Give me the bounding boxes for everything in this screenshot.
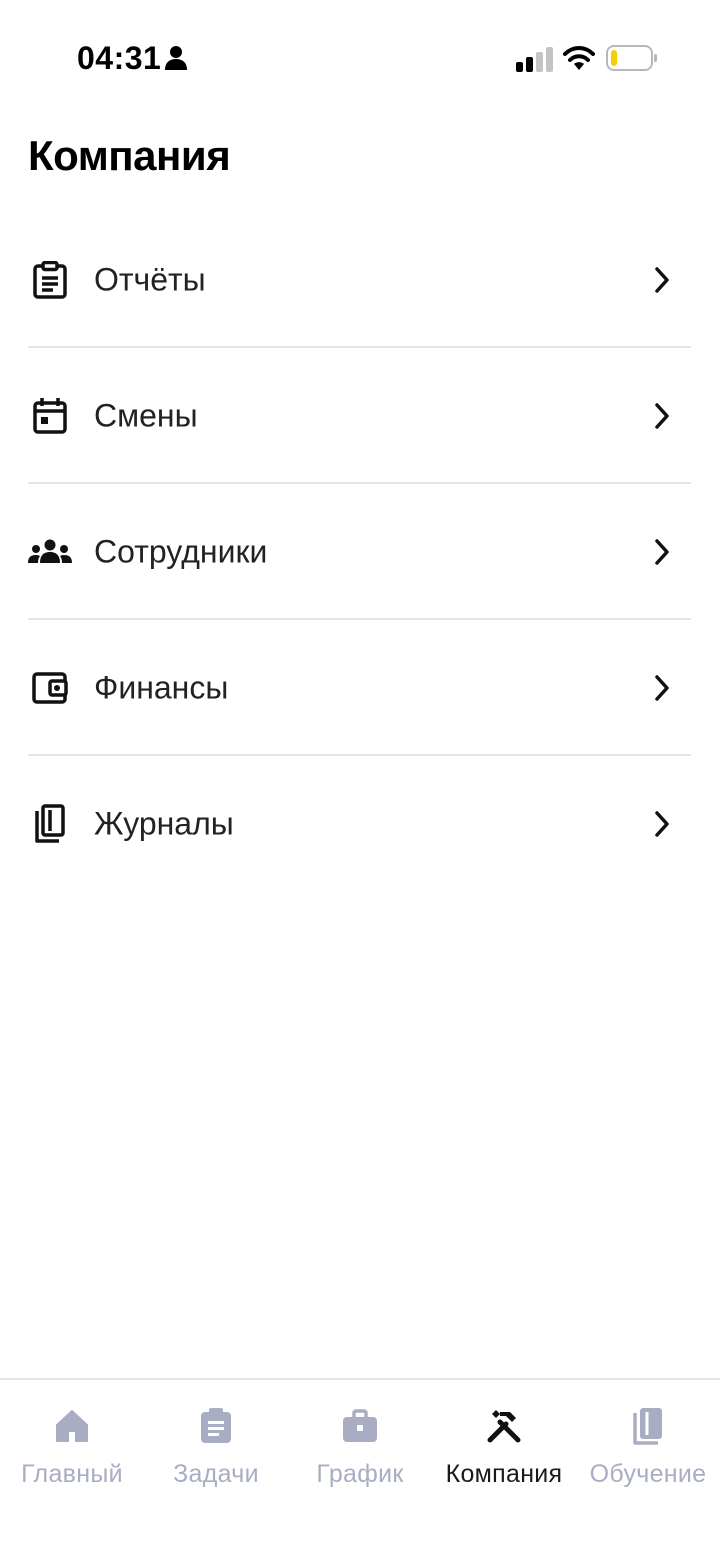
company-screen: 04:31 Компания Отчёты Смены Сотрудники Ф… [0,0,720,1566]
menu-item-finances[interactable]: Финансы [0,620,720,756]
bottom-tab-bar: Главный Задачи График Компания Обучение [0,1378,720,1566]
journals-icon [28,802,72,846]
people-icon [28,530,72,574]
tab-schedule[interactable]: График [288,1380,432,1500]
status-bar: 04:31 [0,0,720,110]
clipboard-icon [28,258,72,302]
tab-label: Задачи [173,1460,259,1488]
person-icon [165,46,187,70]
tab-tasks[interactable]: Задачи [144,1380,288,1500]
menu-item-label: Сотрудники [94,533,268,570]
chevron-right-icon [655,811,669,837]
book-icon [628,1406,668,1446]
chevron-right-icon [655,675,669,701]
wallet-icon [28,666,72,710]
tab-label: Главный [21,1460,123,1488]
wifi-icon [563,46,595,70]
tab-home[interactable]: Главный [0,1380,144,1500]
menu-item-label: Журналы [94,805,234,842]
calendar-icon [28,394,72,438]
company-menu: Отчёты Смены Сотрудники Финансы Журналы [0,212,720,892]
menu-item-label: Смены [94,397,198,434]
menu-item-reports[interactable]: Отчёты [0,212,720,348]
menu-item-employees[interactable]: Сотрудники [0,484,720,620]
chevron-right-icon [655,267,669,293]
battery-icon [606,45,657,71]
tab-company[interactable]: Компания [432,1380,576,1500]
menu-item-journals[interactable]: Журналы [0,756,720,892]
tab-label: График [316,1460,404,1488]
menu-item-label: Отчёты [94,261,206,298]
signal-icon [516,47,553,72]
tools-icon [484,1406,524,1446]
briefcase-icon [340,1406,380,1446]
clipboard-icon [196,1406,236,1446]
status-time: 04:31 [77,40,162,76]
tab-learning[interactable]: Обучение [576,1380,720,1500]
tab-label: Обучение [589,1460,707,1488]
chevron-right-icon [655,403,669,429]
home-icon [52,1406,92,1446]
menu-item-label: Финансы [94,669,229,706]
tab-label: Компания [445,1460,563,1488]
menu-item-shifts[interactable]: Смены [0,348,720,484]
page-title: Компания [28,132,231,179]
chevron-right-icon [655,539,669,565]
